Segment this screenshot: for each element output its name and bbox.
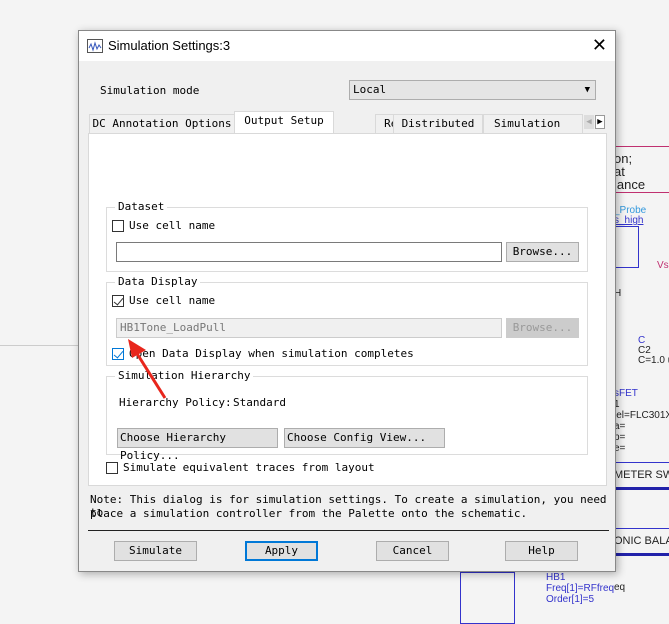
tab-dc-annotation[interactable]: DC Annotation Options bbox=[89, 114, 235, 133]
hb-symbol bbox=[460, 572, 515, 624]
schematic-label: sFET bbox=[614, 388, 638, 399]
schematic-label: METER SW bbox=[614, 469, 669, 481]
data-display-group-title: Data Display bbox=[115, 275, 201, 288]
schematic-label: Vs bbox=[657, 260, 669, 271]
schematic-text: on; at lance bbox=[614, 151, 646, 192]
choose-config-view-button[interactable]: Choose Config View... bbox=[284, 428, 445, 448]
sim-mode-value: Local bbox=[353, 83, 387, 96]
tab-scroll: ◀ ▶ bbox=[583, 113, 607, 131]
schematic-label: ONIC BALA bbox=[614, 535, 669, 547]
data-display-use-cell-name-label: Use cell name bbox=[129, 294, 216, 307]
help-button[interactable]: Help bbox=[505, 541, 578, 561]
dataset-use-cell-name-checkbox[interactable] bbox=[112, 220, 124, 232]
tab-distributed[interactable]: Distributed bbox=[393, 114, 483, 133]
data-display-name-input[interactable]: HB1Tone_LoadPull bbox=[116, 318, 502, 338]
data-display-use-cell-name-checkbox[interactable] bbox=[112, 295, 124, 307]
note-line-2: place a simulation controller from the P… bbox=[90, 507, 528, 520]
tab-simulation-manager[interactable]: Simulation Man bbox=[483, 114, 583, 133]
choose-hierarchy-policy-button[interactable]: Choose Hierarchy Policy... bbox=[117, 428, 278, 462]
schematic-wire bbox=[0, 345, 78, 346]
dataset-group: Dataset Use cell name Browse... bbox=[106, 200, 588, 272]
output-setup-panel: Dataset Use cell name Browse... Data Dis… bbox=[88, 133, 607, 486]
schematic-label: HB1 bbox=[546, 572, 566, 583]
title-bar[interactable]: Simulation Settings:3 ✕ bbox=[79, 31, 615, 61]
sim-mode-select[interactable]: Local ▼ bbox=[349, 80, 596, 100]
simulation-waveform-icon bbox=[87, 39, 103, 53]
dataset-browse-button[interactable]: Browse... bbox=[506, 242, 579, 262]
dialog-title: Simulation Settings:3 bbox=[108, 38, 231, 53]
schematic-label: Freq[1]=RFfreq bbox=[546, 583, 615, 594]
schematic-label: lel=FLC301XP bbox=[614, 410, 669, 421]
schematic-label: s_high bbox=[614, 215, 644, 226]
data-display-group: Data Display Use cell name HB1Tone_LoadP… bbox=[106, 275, 588, 366]
schematic-label: C=1.0 u bbox=[638, 355, 669, 366]
hierarchy-group-title: Simulation Hierarchy bbox=[115, 369, 254, 382]
simulation-settings-dialog: Simulation Settings:3 ✕ Simulation mode … bbox=[78, 30, 616, 572]
close-icon[interactable]: ✕ bbox=[592, 35, 607, 56]
schematic-border bbox=[614, 192, 669, 193]
scroll-left-icon[interactable]: ◀ bbox=[584, 115, 594, 129]
apply-button[interactable]: Apply bbox=[245, 541, 318, 561]
open-data-display-checkbox[interactable] bbox=[112, 348, 124, 360]
data-display-browse-button[interactable]: Browse... bbox=[506, 318, 579, 338]
probe-symbol bbox=[614, 226, 639, 268]
simulate-traces-label: Simulate equivalent traces from layout bbox=[123, 461, 375, 474]
tab-output-setup-label: Output Setup bbox=[244, 114, 324, 127]
tab-output-setup[interactable]: Output Setup bbox=[234, 111, 334, 133]
hierarchy-policy-value: Standard bbox=[233, 396, 286, 409]
simulate-button[interactable]: Simulate bbox=[114, 541, 197, 561]
simulation-hierarchy-group: Simulation Hierarchy Hierarchy Policy: S… bbox=[106, 369, 588, 462]
schematic-label: eq bbox=[614, 582, 626, 593]
scroll-right-icon[interactable]: ▶ bbox=[595, 115, 605, 129]
divider bbox=[88, 530, 609, 531]
dataset-use-cell-name-label: Use cell name bbox=[129, 219, 216, 232]
dataset-group-title: Dataset bbox=[115, 200, 168, 213]
simulate-traces-checkbox[interactable] bbox=[106, 462, 118, 474]
schematic-label: Order[1]=5 bbox=[546, 594, 595, 605]
sim-mode-label: Simulation mode bbox=[100, 84, 200, 97]
cancel-button[interactable]: Cancel bbox=[376, 541, 449, 561]
schematic-border bbox=[614, 146, 669, 147]
chevron-down-icon: ▼ bbox=[584, 85, 590, 95]
open-data-display-label: Open Data Display when simulation comple… bbox=[129, 347, 414, 360]
dataset-name-input[interactable] bbox=[116, 242, 502, 262]
hierarchy-policy-label: Hierarchy Policy: bbox=[119, 396, 232, 409]
